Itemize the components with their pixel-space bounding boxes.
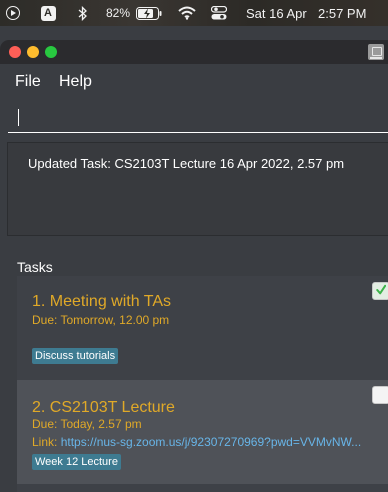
tasks-heading: Tasks	[17, 259, 53, 275]
battery-icon[interactable]	[136, 0, 162, 26]
play-icon[interactable]	[5, 0, 21, 26]
task-tag: Discuss tutorials	[32, 348, 119, 364]
task-link: Link: https://nus-sg.zoom.us/j/923072709…	[32, 435, 361, 449]
task-done-checkbox[interactable]	[372, 282, 388, 300]
task-title: 1. Meeting with TAs	[32, 293, 172, 310]
menu-help[interactable]: Help	[59, 73, 92, 91]
window-title-bar[interactable]	[0, 40, 388, 64]
system-menu-bar: A 82% Sat 16 Apr 2:57 PM	[0, 0, 388, 26]
minimize-window-button[interactable]	[27, 46, 39, 58]
task-done-checkbox[interactable]	[372, 386, 388, 404]
maximize-window-button[interactable]	[45, 46, 57, 58]
menu-file[interactable]: File	[15, 73, 41, 91]
battery-percent: 82%	[106, 6, 131, 20]
task-card[interactable]: 2. CS2103T Lecture Due: Today, 2.57 pm L…	[17, 380, 388, 484]
bluetooth-icon[interactable]	[76, 0, 90, 26]
checkmark-icon	[376, 284, 386, 295]
result-display: Updated Task: CS2103T Lecture 16 Apr 202…	[7, 142, 388, 236]
task-link-url[interactable]: https://nus-sg.zoom.us/j/92307270969?pwd…	[61, 435, 362, 449]
control-center-icon[interactable]	[210, 0, 228, 26]
text-caret	[18, 109, 19, 126]
task-due: Due: Today, 2.57 pm	[32, 417, 142, 431]
input-source-label: A	[40, 5, 56, 21]
wifi-icon[interactable]	[178, 0, 196, 26]
app-logo-icon	[368, 44, 384, 60]
task-title: 2. CS2103T Lecture	[32, 399, 175, 416]
task-link-label: Link:	[32, 435, 61, 449]
menubar-date[interactable]: Sat 16 Apr	[246, 0, 307, 26]
command-input[interactable]	[8, 103, 388, 133]
input-source-icon[interactable]: A	[40, 0, 56, 26]
task-tag: Week 12 Lecture	[32, 454, 121, 470]
task-card[interactable]	[17, 484, 388, 492]
result-message: Updated Task: CS2103T Lecture 16 Apr 202…	[28, 156, 345, 171]
app-menu-bar: File Help	[0, 64, 388, 100]
task-due: Due: Tomorrow, 12.00 pm	[32, 313, 170, 327]
menubar-time[interactable]: 2:57 PM	[318, 0, 366, 26]
close-window-button[interactable]	[9, 46, 21, 58]
task-card[interactable]: 1. Meeting with TAs Due: Tomorrow, 12.00…	[17, 276, 388, 380]
